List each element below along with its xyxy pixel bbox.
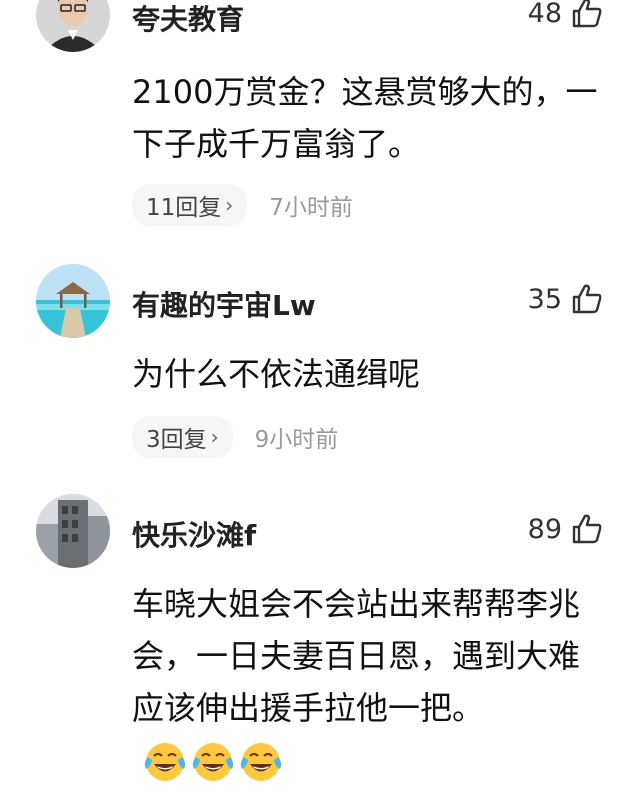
- comment-text: 为什么不依法通缉呢: [132, 355, 421, 393]
- crying-laughing-emoji-icon: [192, 743, 234, 781]
- like-button[interactable]: 89: [528, 512, 604, 546]
- replies-button[interactable]: 11回复 ›: [132, 184, 248, 226]
- like-button[interactable]: 48: [528, 0, 604, 30]
- avatar[interactable]: [36, 0, 110, 52]
- like-count: 35: [527, 283, 562, 315]
- thumbs-up-icon: [572, 0, 602, 28]
- replies-button[interactable]: 3回复 ›: [132, 416, 233, 458]
- beach-pavilion-avatar-icon: [36, 264, 110, 338]
- emoji-row: [142, 739, 284, 785]
- chevron-right-icon: ›: [225, 193, 234, 217]
- like-count: 89: [527, 513, 562, 545]
- man-portrait-avatar-icon: [36, 0, 110, 52]
- avatar[interactable]: [36, 494, 110, 568]
- timestamp: 9小时前: [254, 427, 339, 453]
- comment-meta: 3回复 › 9小时前: [132, 416, 338, 458]
- comment-text-content: 车晓大姐会不会站出来帮帮李兆会，一日夫妻百日恩，遇到大难应该伸出援手拉他一把。: [132, 585, 581, 727]
- thumbs-up-icon: [572, 284, 602, 314]
- avatar[interactable]: [36, 264, 110, 338]
- crying-laughing-emoji-icon: [144, 743, 186, 781]
- building-avatar-icon: [36, 494, 110, 568]
- comment-meta: 11回复 › 7小时前: [132, 184, 353, 226]
- username[interactable]: 快乐沙滩f: [132, 514, 256, 554]
- comment-text: 车晓大姐会不会站出来帮帮李兆会，一日夫妻百日恩，遇到大难应该伸出援手拉他一把。: [132, 578, 602, 786]
- like-button[interactable]: 35: [528, 282, 604, 316]
- thumbs-up-icon: [572, 514, 602, 544]
- comment-text: 2100万赏金？这悬赏够大的，一下子成千万富翁了。: [132, 73, 598, 163]
- like-count: 48: [527, 0, 562, 29]
- replies-label: 11回复: [146, 195, 222, 221]
- timestamp: 7小时前: [269, 195, 353, 221]
- username[interactable]: 夸夫教育: [132, 0, 244, 38]
- username[interactable]: 有趣的宇宙Lw: [132, 284, 316, 324]
- replies-label: 3回复: [146, 427, 207, 453]
- chevron-right-icon: ›: [210, 425, 219, 449]
- crying-laughing-emoji-icon: [240, 743, 282, 781]
